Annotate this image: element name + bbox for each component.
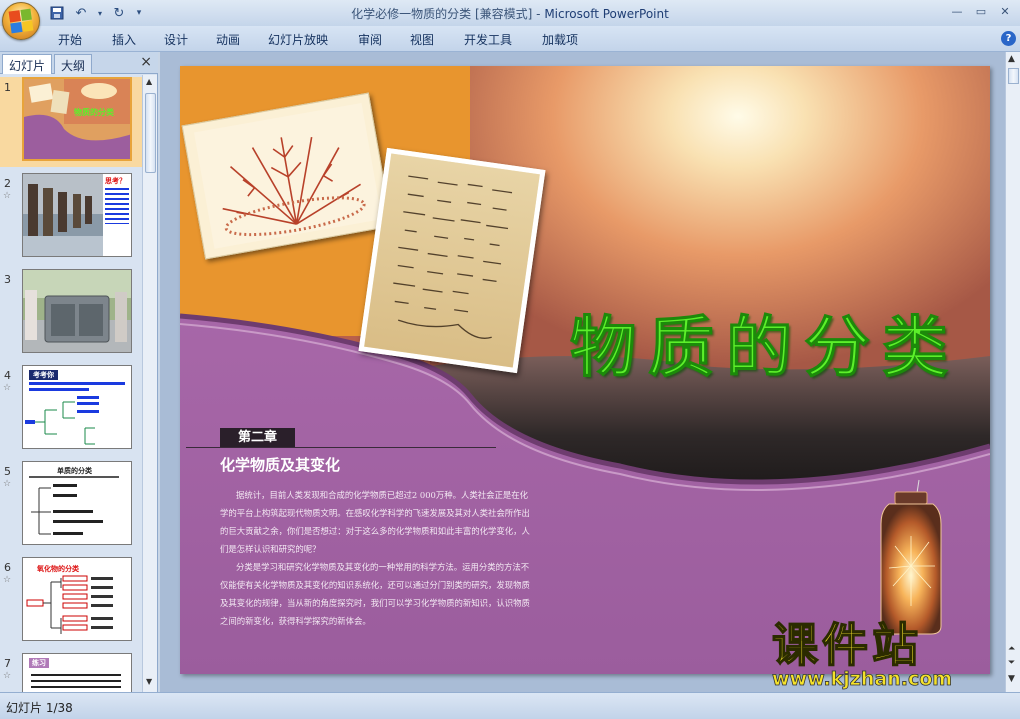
title-separator: - <box>532 7 545 21</box>
thumbnail-slide-2[interactable]: 思考？ <box>22 173 132 257</box>
thumbnail-scrollbar[interactable]: ▲ ▼ <box>142 75 157 692</box>
animation-icon: ☆ <box>3 479 12 489</box>
thumbnail-title: 单质的分类 <box>57 467 92 475</box>
trash-bins-photo-icon <box>23 270 131 352</box>
title-bar: ↶ ▾ ↻ ▾ 化学必修一物质的分类 [兼容模式] - Microsoft Po… <box>0 0 1020 26</box>
scroll-up-icon[interactable]: ▲ <box>146 77 152 86</box>
tab-animations[interactable]: 动画 <box>216 31 240 48</box>
body-paragraph-1: 据统计，目前人类发现和合成的化学物质已超过2 000万种。人类社会正是在化学的平… <box>220 490 530 554</box>
thumbnail-number: 4 <box>4 369 11 382</box>
thumbnail-title: 物质的分类 <box>74 108 114 117</box>
dendrite-crystal-icon <box>222 136 366 237</box>
slide-body-text[interactable]: 据统计，目前人类发现和合成的化学物质已超过2 000万种。人类社会正是在化学的平… <box>220 486 530 630</box>
thumbnail-slide-6[interactable]: 氧化物的分类 <box>22 557 132 641</box>
scroll-down-icon[interactable]: ▼ <box>1008 674 1015 684</box>
thumbnail-row-2[interactable]: 2 ☆ 思考？ <box>0 173 142 263</box>
thumbnail-row-4[interactable]: 4 ☆ 考考你 <box>0 365 142 455</box>
window-title: 化学必修一物质的分类 [兼容模式] - Microsoft PowerPoint <box>0 5 1020 22</box>
animation-icon: ☆ <box>3 191 12 201</box>
editor-scrollbar[interactable]: ▲ ⏶ ⏷ ▼ <box>1005 52 1020 692</box>
watermark-logo: 课件站 www.kjzhan.com <box>771 618 1002 691</box>
thumbnail-slide-7[interactable]: 练习 <box>22 653 132 692</box>
library-photo-icon <box>23 174 103 256</box>
animation-icon: ☆ <box>3 383 12 393</box>
close-icon[interactable]: ✕ <box>994 2 1016 20</box>
oxide-tree-icon <box>26 575 113 634</box>
tab-design[interactable]: 设计 <box>164 31 188 48</box>
thumbnail-row-5[interactable]: 5 ☆ 单质的分类 <box>0 461 142 551</box>
thumbnail-slide-4[interactable]: 考考你 <box>22 365 132 449</box>
office-logo-icon <box>8 8 34 34</box>
thumbnail-number: 2 <box>4 177 11 190</box>
chapter-label[interactable]: 第二章 <box>220 428 295 448</box>
tab-slideshow[interactable]: 幻灯片放映 <box>268 31 328 48</box>
tab-addins[interactable]: 加载项 <box>542 31 578 48</box>
animation-icon: ☆ <box>3 575 12 585</box>
thumbnail-row-7[interactable]: 7 ☆ 练习 <box>0 653 142 692</box>
ribbon-tabs: 开始 插入 设计 动画 幻灯片放映 审阅 视图 开发工具 加载项 ? <box>0 26 1020 52</box>
scroll-up-icon[interactable]: ▲ <box>1008 54 1015 64</box>
tab-home[interactable]: 开始 <box>58 31 82 48</box>
slide-indicator: 幻灯片 1/38 <box>6 701 73 715</box>
sparkler-jar-icon <box>880 479 942 635</box>
slide-subtitle[interactable]: 化学物质及其变化 <box>220 454 340 475</box>
thumbnail-number: 7 <box>4 657 11 670</box>
tab-review[interactable]: 审阅 <box>358 31 382 48</box>
thumbnail-slide-1[interactable]: 物质的分类 <box>22 77 132 161</box>
thumbnail-list: 1 物质的分类 2 ☆ 思考？ 3 4 ☆ 考考你 5 ☆ 单质的分类 6 ☆ … <box>0 75 142 692</box>
next-slide-icon[interactable]: ⏷ <box>1008 658 1015 668</box>
pane-close-icon[interactable]: × <box>140 54 152 70</box>
periodic-table-manuscript-icon <box>393 175 513 339</box>
tab-slides[interactable]: 幻灯片 <box>2 54 53 74</box>
simple-substance-tree-icon <box>29 476 119 535</box>
slides-pane: 幻灯片 大纲 × 1 物质的分类 2 ☆ 思考？ 3 4 ☆ 考考你 5 ☆ 单… <box>0 52 158 692</box>
body-paragraph-2: 分类是学习和研究化学物质及其变化的一种常用的科学方法。运用分类的方法不仅能使有关… <box>220 562 530 626</box>
slide-editor: 物质的分类 第二章 化学物质及其变化 据统计，目前人类发现和合成的化学物质已超过… <box>160 52 1005 692</box>
thumbnail-number: 3 <box>4 273 11 286</box>
slide-title[interactable]: 物质的分类 <box>570 294 960 390</box>
help-icon[interactable]: ? <box>1001 31 1016 46</box>
pane-tabs: 幻灯片 大纲 × <box>0 52 158 74</box>
minimize-icon[interactable]: — <box>946 2 968 20</box>
thumbnail-number: 1 <box>4 81 11 94</box>
maximize-icon[interactable]: ▭ <box>970 2 992 20</box>
window-controls: — ▭ ✕ <box>946 2 1016 20</box>
thumbnail-row-1[interactable]: 1 物质的分类 <box>0 77 142 167</box>
thumbnail-slide-3[interactable] <box>22 269 132 353</box>
tab-outline[interactable]: 大纲 <box>54 54 93 74</box>
scroll-down-icon[interactable]: ▼ <box>146 677 152 686</box>
office-button[interactable] <box>2 2 40 40</box>
chapter-divider <box>186 447 496 448</box>
status-bar: 幻灯片 1/38 <box>0 692 1020 719</box>
watermark-url: www.kjzhan.com <box>772 668 953 691</box>
document-title: 化学必修一物质的分类 [兼容模式] <box>351 7 533 21</box>
thumbnail-title: 思考？ <box>105 177 126 185</box>
thumbnail-number: 6 <box>4 561 11 574</box>
tab-view[interactable]: 视图 <box>410 31 434 48</box>
thumbnail-text-lines <box>31 674 121 688</box>
watermark-main-text: 课件站 <box>771 618 922 672</box>
thumbnail-row-6[interactable]: 6 ☆ 氧化物的分类 <box>0 557 142 647</box>
animation-icon: ☆ <box>3 671 12 681</box>
thumbnail-title: 考考你 <box>29 370 58 380</box>
scrollbar-thumb[interactable] <box>145 93 156 173</box>
manuscript-photo-card[interactable] <box>358 147 546 374</box>
slide-canvas[interactable]: 物质的分类 第二章 化学物质及其变化 据统计，目前人类发现和合成的化学物质已超过… <box>180 66 990 674</box>
thumbnail-text-lines <box>105 188 129 224</box>
thumbnail-title: 练习 <box>29 658 49 668</box>
slide-1-preview-icon <box>24 79 130 159</box>
thumbnail-row-3[interactable]: 3 <box>0 269 142 359</box>
thumbnail-number: 5 <box>4 465 11 478</box>
thumbnail-title: 氧化物的分类 <box>37 565 79 573</box>
classification-tree-icon <box>25 382 125 445</box>
tab-developer[interactable]: 开发工具 <box>464 31 512 48</box>
previous-slide-icon[interactable]: ⏶ <box>1008 644 1015 654</box>
tab-insert[interactable]: 插入 <box>112 31 136 48</box>
thumbnail-slide-5[interactable]: 单质的分类 <box>22 461 132 545</box>
scrollbar-thumb[interactable] <box>1008 68 1019 84</box>
app-title: Microsoft PowerPoint <box>544 7 669 21</box>
